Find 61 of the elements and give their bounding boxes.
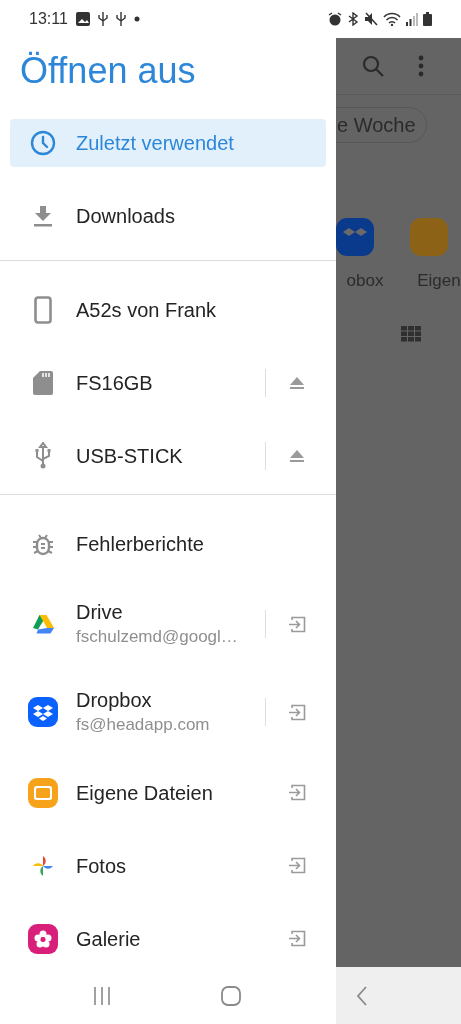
- drive-logo-icon: [32, 614, 54, 634]
- item-label: Dropbox: [76, 688, 153, 713]
- item-label: Zuletzt verwendet: [76, 130, 234, 156]
- usb-icon: [97, 12, 108, 26]
- item-label: Downloads: [76, 203, 175, 229]
- shortcut-label: Eigen: [417, 270, 461, 292]
- eject-icon: [290, 449, 304, 462]
- download-icon: [33, 204, 53, 227]
- more-options-icon: [418, 55, 424, 77]
- drawer-item[interactable]: USB-STICK: [10, 431, 255, 480]
- drawer-title: Öffnen aus: [19, 49, 197, 93]
- folder-app-icon: [410, 218, 448, 256]
- drawer-item[interactable]: Fehlerberichte: [10, 519, 326, 568]
- grid-icon: [400, 325, 421, 342]
- item-label: Drive: [76, 600, 124, 625]
- back-icon: [356, 985, 368, 1006]
- drawer-item[interactable]: Galerie: [10, 914, 255, 963]
- item-label: FS16GB: [76, 370, 153, 396]
- drawer-item[interactable]: A52s von Frank: [10, 285, 326, 334]
- drawer-item[interactable]: Eigene Dateien: [10, 768, 255, 817]
- recents-icon: [93, 986, 111, 1005]
- sign-in-icon: [288, 703, 306, 721]
- usb-icon: [115, 12, 126, 26]
- flower-app-icon: [28, 923, 58, 954]
- signal-icon: [406, 12, 418, 26]
- pinwheel-icon: [31, 853, 55, 878]
- status-time: 13:11: [29, 9, 68, 29]
- drawer-item[interactable]: FS16GB: [10, 358, 255, 407]
- shortcut-label: obox: [346, 270, 384, 292]
- drawer-item[interactable]: Drive fschulzemd@googl…: [10, 600, 255, 648]
- drawer-item[interactable]: Downloads: [10, 191, 326, 240]
- folder-app-icon: [28, 777, 58, 808]
- item-label: Galerie: [76, 926, 141, 952]
- dropbox-logo-icon: [28, 697, 58, 727]
- wifi-icon: [383, 12, 401, 26]
- sign-in-icon: [288, 615, 306, 633]
- sign-in-icon: [288, 784, 306, 801]
- account-email: fschulzemd@googl…: [76, 626, 238, 648]
- search-icon: [362, 55, 384, 77]
- drawer-item[interactable]: Dropbox fs@headapp.com: [10, 688, 255, 736]
- phone-icon: [34, 295, 52, 324]
- drawer-item[interactable]: Fotos: [10, 841, 255, 890]
- mute-icon: [364, 12, 378, 26]
- image-icon: [75, 12, 90, 26]
- clock-icon: [30, 129, 56, 156]
- bluetooth-icon: [347, 12, 359, 26]
- item-label: Fehlerberichte: [76, 531, 204, 557]
- item-label: A52s von Frank: [76, 297, 217, 323]
- item-label: Fotos: [76, 853, 127, 879]
- account-email: fs@headapp.com: [76, 714, 210, 736]
- battery-icon: [423, 12, 432, 26]
- item-label: Eigene Dateien: [76, 780, 213, 806]
- usb-icon: [34, 441, 52, 470]
- sign-in-icon: [288, 930, 306, 947]
- home-icon: [221, 985, 241, 1006]
- sd-card-icon: [33, 370, 53, 395]
- item-label: USB-STICK: [76, 443, 183, 469]
- alarm-icon: [328, 12, 342, 26]
- sign-in-icon: [288, 857, 306, 874]
- dot-icon: [133, 16, 140, 22]
- eject-icon: [290, 376, 304, 389]
